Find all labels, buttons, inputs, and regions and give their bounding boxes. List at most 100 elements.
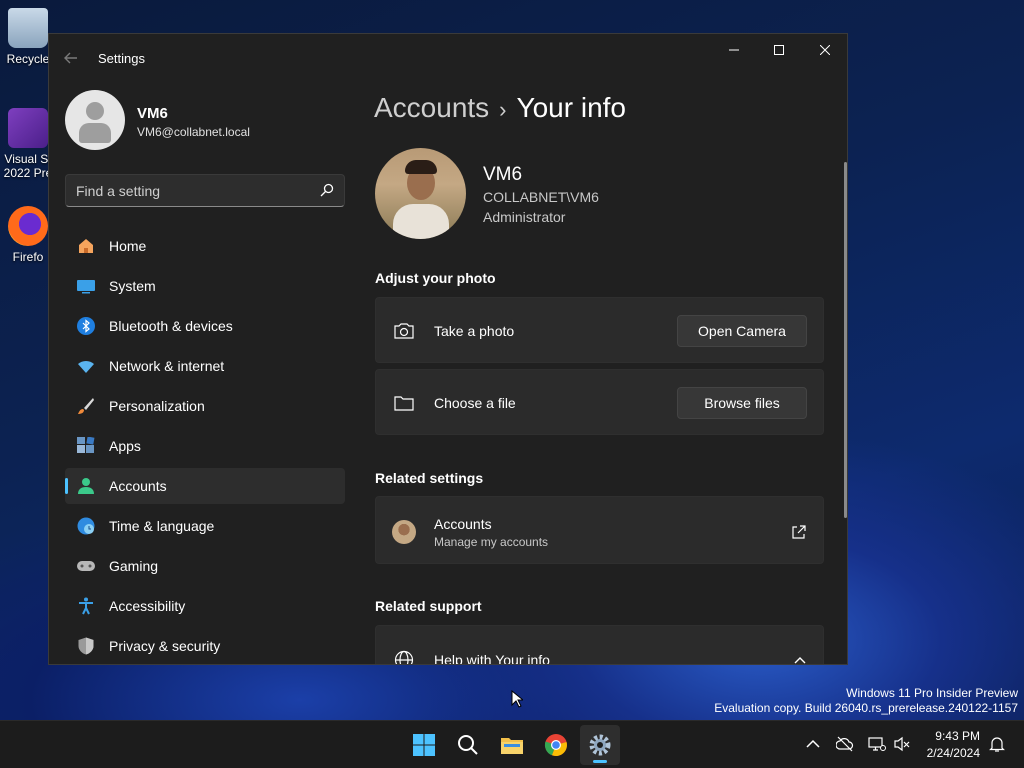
search-icon [458, 735, 478, 755]
sidebar-item-personalization[interactable]: Personalization [65, 388, 345, 424]
sidebar-nav: Home System Bluetooth & devices Network … [65, 228, 345, 664]
clock-time[interactable]: 9:43 PM [935, 729, 980, 743]
camera-icon [394, 323, 414, 339]
sidebar-item-label: Privacy & security [109, 638, 221, 654]
help-card[interactable]: Help with Your info [375, 625, 824, 665]
chevron-up-icon[interactable] [804, 735, 822, 753]
accounts-link-sublabel: Manage my accounts [434, 535, 549, 549]
section-title-related-settings: Related settings [375, 470, 484, 486]
windows-logo-icon [413, 734, 435, 756]
sidebar-item-label: Apps [109, 438, 141, 454]
accounts-link-label: Accounts [434, 516, 492, 532]
taskbar: 9:43 PM 2/24/2024 [0, 720, 1024, 768]
sidebar-item-network[interactable]: Network & internet [65, 348, 345, 384]
folder-icon [394, 396, 414, 411]
visual-studio-icon [8, 108, 48, 148]
folder-icon [501, 738, 523, 754]
chrome-button[interactable] [536, 725, 576, 765]
choose-file-card: Choose a file Browse files [375, 369, 824, 435]
user-role: Administrator [483, 209, 566, 225]
breadcrumb-separator: › [499, 97, 507, 122]
choose-file-label: Choose a file [434, 395, 516, 411]
sidebar-item-label: Personalization [109, 398, 205, 414]
search-box[interactable] [65, 174, 345, 207]
sidebar-item-label: Time & language [109, 518, 215, 534]
app-title: Settings [98, 51, 145, 66]
sidebar-item-system[interactable]: System [65, 268, 345, 304]
sidebar-item-apps[interactable]: Apps [65, 428, 345, 464]
maximize-icon [774, 45, 784, 55]
brush-icon [78, 398, 94, 414]
section-title-related-support: Related support [375, 598, 482, 614]
user-domain: COLLABNET\VM6 [483, 189, 599, 205]
watermark-line1: Windows 11 Pro Insider Preview [846, 686, 1018, 700]
user-name: VM6 [483, 164, 523, 185]
settings-window: Settings VM6 VM6@collabnet.local Home Sy… [48, 33, 848, 665]
minimize-button[interactable] [711, 34, 757, 66]
open-camera-button[interactable]: Open Camera [677, 315, 807, 347]
search-icon[interactable] [320, 183, 334, 197]
volume-muted-icon[interactable] [893, 735, 911, 753]
person-icon [78, 478, 94, 494]
take-photo-card: Take a photo Open Camera [375, 297, 824, 363]
profile-avatar [65, 90, 125, 150]
close-button[interactable] [802, 34, 847, 66]
clock-date[interactable]: 2/24/2024 [927, 746, 980, 760]
title-bar[interactable]: Settings [49, 34, 847, 82]
close-icon [819, 44, 831, 56]
sidebar-item-gaming[interactable]: Gaming [65, 548, 345, 584]
chevron-up-icon[interactable] [793, 653, 807, 665]
page-title: Your info [516, 92, 627, 123]
bluetooth-icon [77, 317, 95, 335]
sidebar-item-label: Bluetooth & devices [109, 318, 233, 334]
browse-files-button[interactable]: Browse files [677, 387, 807, 419]
sidebar-item-label: Home [109, 238, 147, 254]
breadcrumb-parent[interactable]: Accounts [374, 92, 489, 123]
network-icon[interactable] [868, 735, 886, 753]
sidebar-item-label: Accessibility [109, 598, 186, 614]
sidebar-item-bluetooth[interactable]: Bluetooth & devices [65, 308, 345, 344]
sidebar-item-label: Accounts [109, 478, 167, 494]
globe-icon [394, 650, 414, 664]
home-icon [79, 239, 93, 253]
recycle-bin-icon [8, 8, 48, 48]
search-input[interactable] [66, 175, 306, 206]
scrollbar[interactable] [844, 162, 847, 518]
sidebar-item-label: Gaming [109, 558, 159, 574]
profile-name: VM6 [137, 105, 168, 122]
notification-bell-icon[interactable] [988, 735, 1006, 753]
sidebar-item-home[interactable]: Home [65, 228, 345, 264]
take-photo-label: Take a photo [434, 323, 515, 339]
sidebar-item-label: System [109, 278, 156, 294]
firefox-icon [8, 206, 48, 246]
gear-icon [589, 734, 611, 756]
accounts-link-card[interactable]: Accounts Manage my accounts [375, 496, 824, 564]
start-button[interactable] [404, 725, 444, 765]
globe-clock-icon [77, 517, 95, 535]
accessibility-icon [79, 597, 93, 615]
settings-taskbar-button[interactable] [580, 725, 620, 765]
sidebar-item-accounts[interactable]: Accounts [65, 468, 345, 504]
user-photo [375, 148, 466, 239]
gamepad-icon [77, 561, 95, 571]
arrow-left-icon [64, 52, 77, 64]
cloud-offline-icon[interactable] [836, 735, 854, 753]
wifi-icon [78, 360, 94, 373]
back-button[interactable] [63, 50, 83, 66]
sidebar-item-privacy[interactable]: Privacy & security [65, 628, 345, 664]
mouse-cursor-icon [511, 690, 523, 708]
chrome-icon [544, 734, 567, 757]
external-link-icon [792, 525, 806, 539]
system-icon [77, 280, 95, 294]
minimize-icon [729, 49, 739, 51]
sidebar-item-accessibility[interactable]: Accessibility [65, 588, 345, 624]
maximize-button[interactable] [756, 34, 802, 66]
taskbar-search-button[interactable] [448, 725, 488, 765]
shield-icon [78, 637, 94, 655]
section-title-adjust-photo: Adjust your photo [375, 270, 496, 286]
help-label: Help with Your info [434, 652, 550, 665]
watermark-line2: Evaluation copy. Build 26040.rs_prerelea… [714, 701, 1018, 715]
breadcrumb: Accounts › Your info [374, 92, 626, 124]
sidebar-item-time-language[interactable]: Time & language [65, 508, 345, 544]
file-explorer-button[interactable] [492, 725, 532, 765]
